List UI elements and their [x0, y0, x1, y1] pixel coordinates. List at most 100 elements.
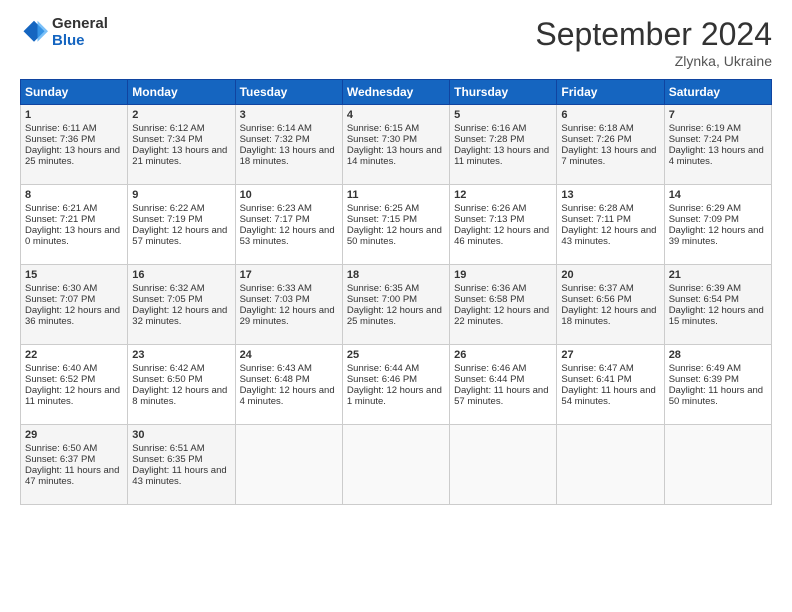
- daylight-text: Daylight: 11 hours and 47 minutes.: [25, 465, 119, 487]
- sunrise-text: Sunrise: 6:29 AM: [669, 203, 741, 214]
- sunrise-text: Sunrise: 6:47 AM: [561, 363, 633, 374]
- calendar-week-4: 22 Sunrise: 6:40 AMSunset: 6:52 PM Dayligh…: [21, 345, 772, 425]
- sunrise-text: Sunrise: 6:30 AM: [25, 283, 97, 294]
- header-monday: Monday: [128, 80, 235, 105]
- daylight-text: Daylight: 12 hours and 36 minutes.: [25, 305, 120, 327]
- sunset-text: Sunset: 6:52 PM: [25, 374, 95, 385]
- sunrise-text: Sunrise: 6:21 AM: [25, 203, 97, 214]
- sunset-text: Sunset: 7:21 PM: [25, 214, 95, 225]
- daylight-text: Daylight: 12 hours and 18 minutes.: [561, 305, 656, 327]
- calendar-cell: 30Sunrise: 6:51 AMSunset: 6:35 PMDayligh…: [128, 425, 235, 505]
- daylight-text: Daylight: 12 hours and 50 minutes.: [347, 225, 442, 247]
- sunset-text: Sunset: 7:28 PM: [454, 134, 524, 145]
- logo-text: General Blue: [52, 16, 108, 49]
- calendar-cell: [450, 425, 557, 505]
- sunrise-text: Sunrise: 6:28 AM: [561, 203, 633, 214]
- sunrise-text: Sunrise: 6:26 AM: [454, 203, 526, 214]
- sunrise-text: Sunrise: 6:14 AM: [240, 123, 312, 134]
- sunset-text: Sunset: 7:07 PM: [25, 294, 95, 305]
- calendar-cell: 17Sunrise: 6:33 AMSunset: 7:03 PMDayligh…: [235, 265, 342, 345]
- header-tuesday: Tuesday: [235, 80, 342, 105]
- daylight-text: Daylight: 12 hours and 1 minute.: [347, 385, 442, 407]
- sunset-text: Sunset: 7:26 PM: [561, 134, 631, 145]
- daylight-text: Daylight: 12 hours and 53 minutes.: [240, 225, 335, 247]
- calendar: Sunday Monday Tuesday Wednesday Thursday…: [20, 79, 772, 505]
- sunset-text: Sunset: 6:50 PM: [132, 374, 202, 385]
- day-number: 25: [347, 349, 445, 361]
- day-number: 18: [347, 269, 445, 281]
- calendar-cell: [342, 425, 449, 505]
- sunset-text: Sunset: 6:46 PM: [347, 374, 417, 385]
- sunset-text: Sunset: 7:32 PM: [240, 134, 310, 145]
- day-number: 2: [132, 109, 230, 121]
- sunrise-text: Sunrise: 6:40 AM: [25, 363, 97, 374]
- logo: General Blue: [20, 16, 108, 49]
- daylight-text: Daylight: 12 hours and 15 minutes.: [669, 305, 764, 327]
- calendar-cell: 26Sunrise: 6:46 AMSunset: 6:44 PMDayligh…: [450, 345, 557, 425]
- day-number: 27: [561, 349, 659, 361]
- sunset-text: Sunset: 7:30 PM: [347, 134, 417, 145]
- sunset-text: Sunset: 6:48 PM: [240, 374, 310, 385]
- calendar-cell: [664, 425, 771, 505]
- daylight-text: Daylight: 11 hours and 57 minutes.: [454, 385, 548, 407]
- day-number: 6: [561, 109, 659, 121]
- logo-blue-text: Blue: [52, 33, 108, 50]
- sunrise-text: Sunrise: 6:44 AM: [347, 363, 419, 374]
- daylight-text: Daylight: 12 hours and 22 minutes.: [454, 305, 549, 327]
- calendar-cell: [557, 425, 664, 505]
- header-friday: Friday: [557, 80, 664, 105]
- calendar-week-5: 29Sunrise: 6:50 AMSunset: 6:37 PMDayligh…: [21, 425, 772, 505]
- day-number: 23: [132, 349, 230, 361]
- sunrise-text: Sunrise: 6:16 AM: [454, 123, 526, 134]
- header-sunday: Sunday: [21, 80, 128, 105]
- day-number: 4: [347, 109, 445, 121]
- sunrise-text: Sunrise: 6:22 AM: [132, 203, 204, 214]
- logo-general-text: General: [52, 16, 108, 33]
- day-number: 22: [25, 349, 123, 361]
- daylight-text: Daylight: 12 hours and 4 minutes.: [240, 385, 335, 407]
- sunset-text: Sunset: 6:58 PM: [454, 294, 524, 305]
- sunset-text: Sunset: 7:09 PM: [669, 214, 739, 225]
- daylight-text: Daylight: 11 hours and 54 minutes.: [561, 385, 655, 407]
- header: General Blue September 2024 Zlynka, Ukra…: [20, 16, 772, 69]
- calendar-cell: 15 Sunrise: 6:30 AMSunset: 7:07 PMDayligh…: [21, 265, 128, 345]
- day-number: 7: [669, 109, 767, 121]
- day-number: 30: [132, 429, 230, 441]
- calendar-cell: 4Sunrise: 6:15 AMSunset: 7:30 PMDaylight…: [342, 105, 449, 185]
- day-number: 26: [454, 349, 552, 361]
- calendar-cell: 14Sunrise: 6:29 AMSunset: 7:09 PMDayligh…: [664, 185, 771, 265]
- calendar-cell: 28Sunrise: 6:49 AMSunset: 6:39 PMDayligh…: [664, 345, 771, 425]
- daylight-text: Daylight: 12 hours and 25 minutes.: [347, 305, 442, 327]
- calendar-cell: 16Sunrise: 6:32 AMSunset: 7:05 PMDayligh…: [128, 265, 235, 345]
- sunset-text: Sunset: 6:54 PM: [669, 294, 739, 305]
- sunrise-text: Sunrise: 6:35 AM: [347, 283, 419, 294]
- day-number: 13: [561, 189, 659, 201]
- day-number: 29: [25, 429, 123, 441]
- sunrise-text: Sunrise: 6:19 AM: [669, 123, 741, 134]
- sunrise-text: Sunrise: 6:32 AM: [132, 283, 204, 294]
- calendar-cell: 11Sunrise: 6:25 AMSunset: 7:15 PMDayligh…: [342, 185, 449, 265]
- day-number: 21: [669, 269, 767, 281]
- sunset-text: Sunset: 6:35 PM: [132, 454, 202, 465]
- calendar-cell: 5Sunrise: 6:16 AMSunset: 7:28 PMDaylight…: [450, 105, 557, 185]
- day-number: 15: [25, 269, 123, 281]
- day-number: 12: [454, 189, 552, 201]
- calendar-cell: 8Sunrise: 6:21 AMSunset: 7:21 PMDaylight…: [21, 185, 128, 265]
- sunrise-text: Sunrise: 6:51 AM: [132, 443, 204, 454]
- day-number: 28: [669, 349, 767, 361]
- calendar-cell: 22Sunrise: 6:40 AMSunset: 6:52 PMDayligh…: [21, 345, 128, 425]
- daylight-text: Daylight: 12 hours and 43 minutes.: [561, 225, 656, 247]
- day-number: 9: [132, 189, 230, 201]
- sunset-text: Sunset: 6:44 PM: [454, 374, 524, 385]
- sunrise-text: Sunrise: 6:50 AM: [25, 443, 97, 454]
- sunrise-text: Sunrise: 6:33 AM: [240, 283, 312, 294]
- calendar-cell: 27Sunrise: 6:47 AMSunset: 6:41 PMDayligh…: [557, 345, 664, 425]
- month-title: September 2024: [535, 16, 772, 53]
- calendar-cell: 6Sunrise: 6:18 AMSunset: 7:26 PMDaylight…: [557, 105, 664, 185]
- calendar-header-row: Sunday Monday Tuesday Wednesday Thursday…: [21, 80, 772, 105]
- header-wednesday: Wednesday: [342, 80, 449, 105]
- sunset-text: Sunset: 7:34 PM: [132, 134, 202, 145]
- sunrise-text: Sunrise: 6:43 AM: [240, 363, 312, 374]
- title-area: September 2024 Zlynka, Ukraine: [535, 16, 772, 69]
- calendar-cell: 25 Sunrise: 6:44 AMSunset: 6:46 PMDayligh…: [342, 345, 449, 425]
